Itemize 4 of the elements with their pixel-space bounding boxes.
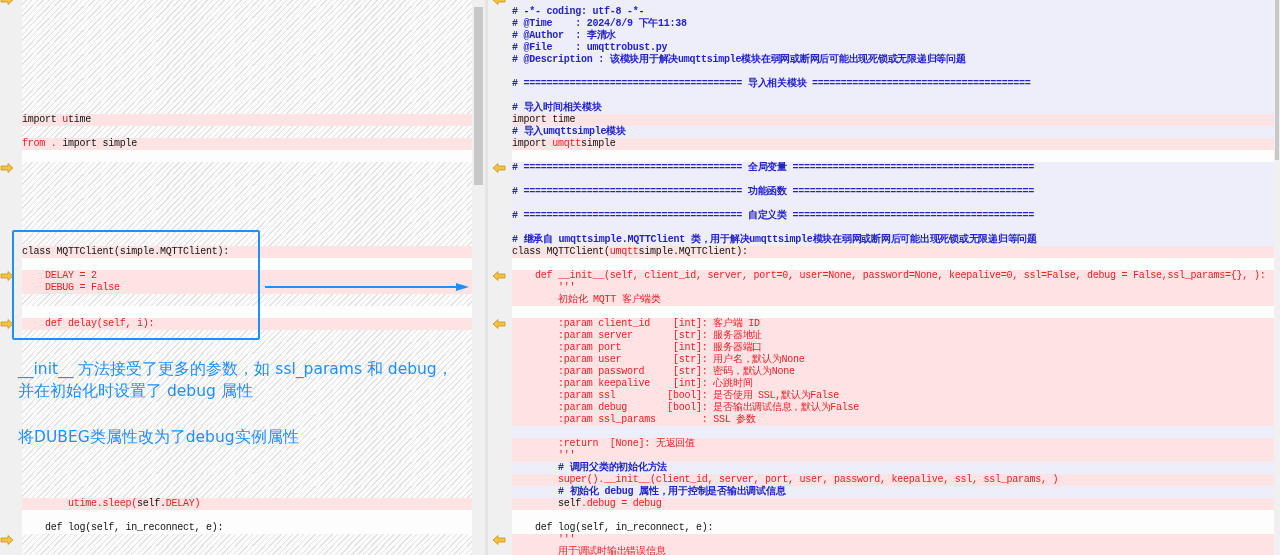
annotation-text: __init__ 方法接受了更多的参数，如 ssl_params 和 debug， 并在初始化时设置了 debug 属性 [18, 359, 453, 402]
scrollbar-thumb[interactable] [474, 7, 483, 185]
scrollbar-thumb[interactable] [1275, 0, 1279, 160]
annotation-text: 将DUBEG类属性改为了debug实例属性 [18, 427, 299, 448]
